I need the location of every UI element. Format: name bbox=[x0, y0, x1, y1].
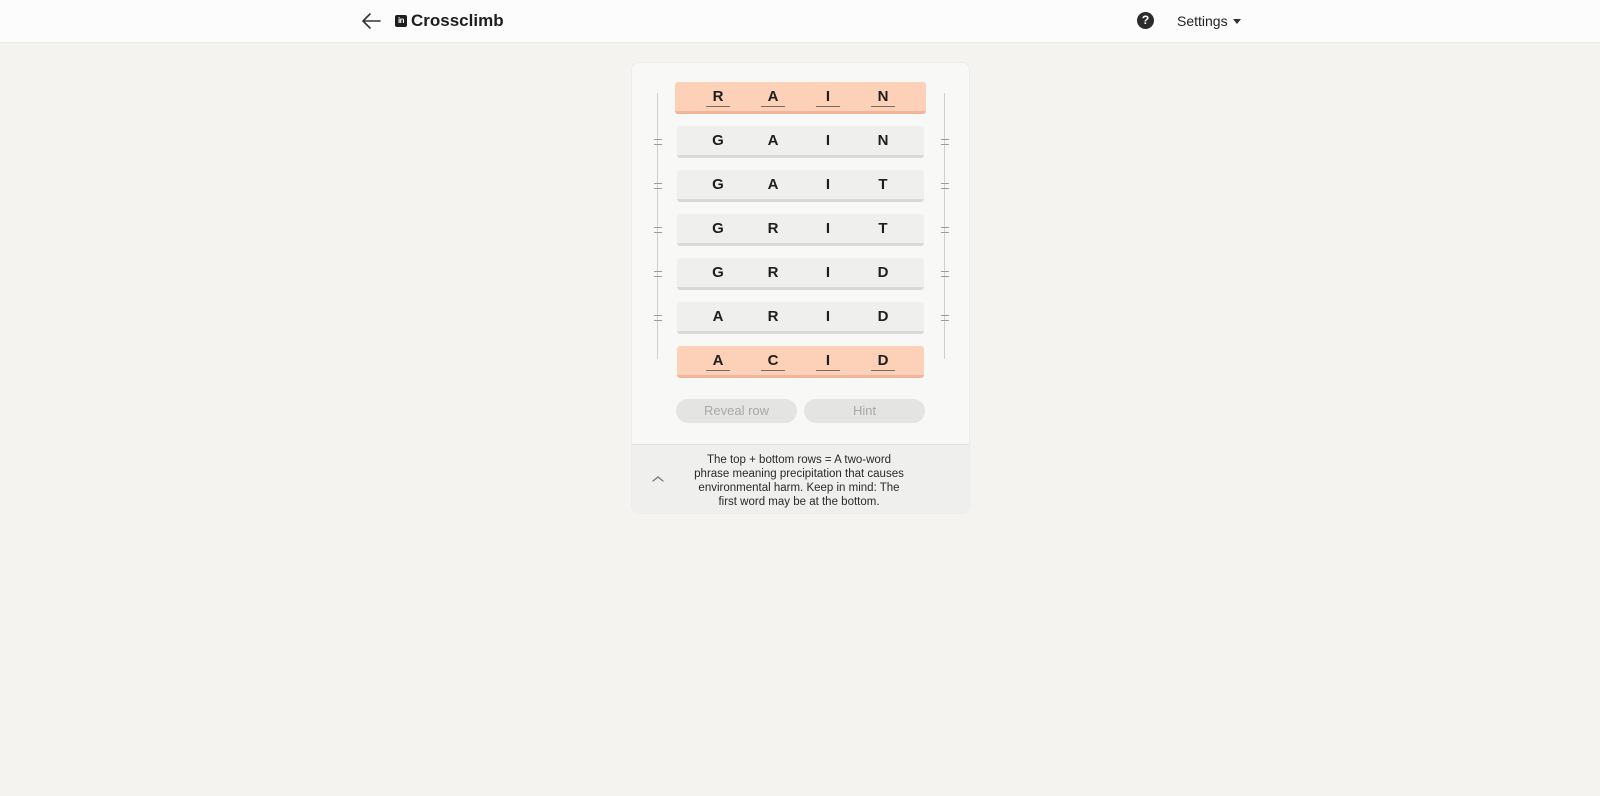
letter-cell: T bbox=[878, 220, 888, 237]
drag-handle-icon[interactable] bbox=[654, 315, 662, 321]
clue-line: The top + bottom rows = A two-word bbox=[706, 454, 892, 466]
letter-cell: A bbox=[767, 176, 779, 193]
settings-label: Settings bbox=[1177, 13, 1228, 29]
caret-down-icon bbox=[1232, 18, 1241, 24]
word-row[interactable]: GRIT bbox=[677, 214, 924, 246]
letter-cell: R bbox=[767, 308, 779, 325]
letter-cell: G bbox=[712, 264, 724, 281]
reveal-row-button[interactable]: Reveal row bbox=[676, 399, 797, 423]
locked-row[interactable]: ACID bbox=[677, 346, 924, 378]
word-row[interactable]: ARID bbox=[677, 302, 924, 334]
letter-cell[interactable]: A bbox=[706, 352, 730, 371]
word-row[interactable]: GRID bbox=[677, 258, 924, 290]
letter-cell: I bbox=[825, 220, 831, 237]
collapse-toggle[interactable] bbox=[650, 471, 666, 487]
hint-button[interactable]: Hint bbox=[804, 399, 925, 423]
letter-cell[interactable]: N bbox=[871, 88, 895, 107]
arrow-left-icon bbox=[362, 13, 381, 29]
drag-handle-icon[interactable] bbox=[941, 315, 949, 321]
letter-cell: G bbox=[712, 132, 724, 149]
drag-handle-icon[interactable] bbox=[654, 139, 662, 145]
clue-line: first word may be at the bottom. bbox=[718, 496, 880, 508]
clue-line: phrase meaning precipitation that causes bbox=[694, 468, 904, 480]
page-title: Crossclimb bbox=[411, 11, 504, 30]
letter-cell: R bbox=[767, 264, 779, 281]
drag-handle-icon[interactable] bbox=[654, 183, 662, 189]
letter-cell: G bbox=[712, 176, 724, 193]
letter-cell: D bbox=[877, 264, 889, 281]
letter-cell[interactable]: I bbox=[816, 88, 840, 107]
letter-cell[interactable]: C bbox=[761, 352, 785, 371]
drag-handle-icon[interactable] bbox=[941, 227, 949, 233]
drag-handle-icon[interactable] bbox=[654, 271, 662, 277]
chevron-up-icon bbox=[652, 476, 664, 482]
letter-cell: D bbox=[877, 308, 889, 325]
clue-panel: The top + bottom rows = A two-word phras… bbox=[632, 444, 969, 513]
letter-cell: I bbox=[825, 264, 831, 281]
brand: in Crossclimb bbox=[395, 10, 504, 32]
letter-cell: I bbox=[825, 132, 831, 149]
drag-handle-icon[interactable] bbox=[941, 139, 949, 145]
drag-handle-icon[interactable] bbox=[941, 183, 949, 189]
letter-cell: N bbox=[877, 132, 889, 149]
letter-cell: A bbox=[767, 132, 779, 149]
locked-row[interactable]: RAIN bbox=[675, 82, 926, 114]
top-bar: in Crossclimb ? Settings bbox=[0, 0, 1600, 43]
letter-cell: R bbox=[767, 220, 779, 237]
game-card: RAINGAINGAITGRITGRIDARIDACID Reveal row … bbox=[631, 62, 970, 514]
help-icon[interactable]: ? bbox=[1137, 12, 1154, 29]
settings-dropdown[interactable]: Settings bbox=[1177, 13, 1241, 29]
letter-cell: G bbox=[712, 220, 724, 237]
word-row[interactable]: GAIT bbox=[677, 170, 924, 202]
letter-cell[interactable]: D bbox=[871, 352, 895, 371]
letter-cell: I bbox=[825, 176, 831, 193]
back-button[interactable] bbox=[360, 9, 384, 33]
linkedin-logo-icon: in bbox=[395, 15, 407, 27]
letter-cell: I bbox=[825, 308, 831, 325]
letter-cell[interactable]: A bbox=[761, 88, 785, 107]
letter-cell: T bbox=[878, 176, 888, 193]
drag-handle-icon[interactable] bbox=[654, 227, 662, 233]
clue-line: environmental harm. Keep in mind: The bbox=[698, 482, 900, 494]
letter-cell[interactable]: R bbox=[706, 88, 730, 107]
letter-cell: A bbox=[712, 308, 724, 325]
letter-cell[interactable]: I bbox=[816, 352, 840, 371]
clue-text: The top + bottom rows = A two-word phras… bbox=[690, 453, 908, 509]
word-row[interactable]: GAIN bbox=[677, 126, 924, 158]
drag-handle-icon[interactable] bbox=[941, 271, 949, 277]
